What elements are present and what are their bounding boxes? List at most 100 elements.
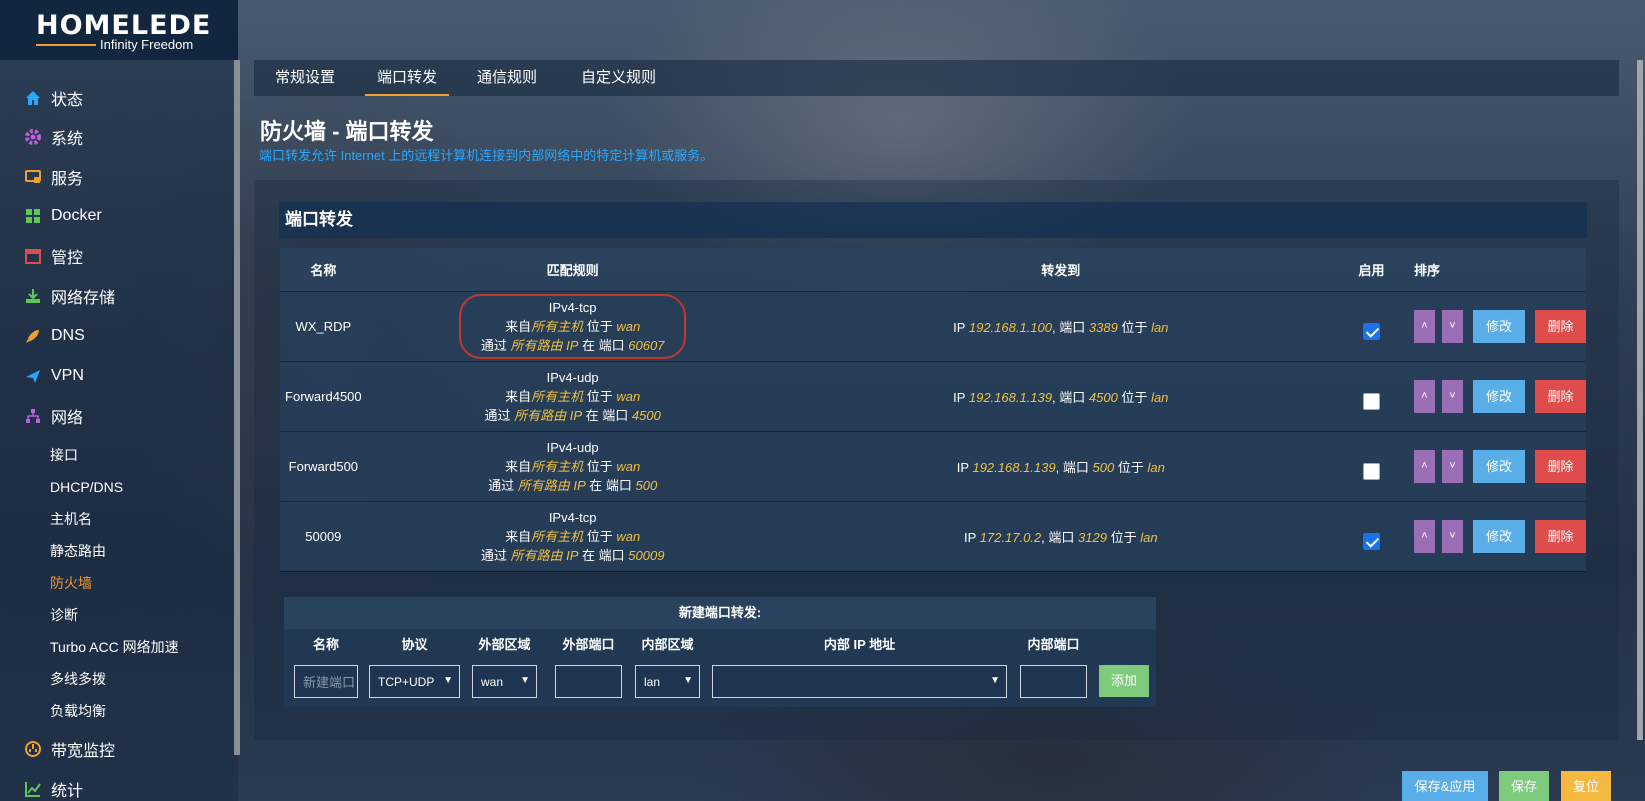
new-rule-header: 内部 IP 地址	[823, 637, 896, 652]
int-ip-select[interactable]: ▼	[712, 665, 1007, 698]
edit-button[interactable]: 修改	[1472, 309, 1525, 343]
sidebar-subitem[interactable]: 诊断	[50, 603, 78, 627]
sidebar-subitem[interactable]: 主机名	[50, 507, 92, 531]
ip-label: IP	[953, 389, 966, 405]
plane-icon	[24, 367, 42, 385]
sidebar-item-label: Docker	[51, 207, 102, 224]
via-value: 所有路由 IP	[514, 407, 583, 423]
tab-1[interactable]: 端口转发	[365, 60, 450, 96]
tab-0[interactable]: 常规设置	[263, 60, 347, 96]
logo-subtitle: Infinity Freedom	[100, 37, 194, 52]
add-button[interactable]: 添加	[1099, 665, 1149, 697]
logo: HOMELEDE Infinity Freedom	[0, 0, 238, 60]
sidebar-subitem[interactable]: 静态路由	[50, 539, 106, 563]
new-rule-title: 新建端口转发:	[284, 597, 1156, 629]
move-down-button[interactable]: ˅	[1441, 519, 1463, 553]
move-up-button[interactable]: ˄	[1413, 309, 1435, 343]
new-rule-header: 外部区域	[478, 637, 531, 652]
rule-name: Forward4500	[280, 361, 367, 432]
sidebar-item-0[interactable]: 状态	[24, 83, 83, 113]
match-line: 通过 所有路由 IP 在 端口 4500	[367, 406, 779, 425]
sidebar-item-label: DNS	[51, 327, 85, 344]
at-label: 位于	[586, 528, 613, 544]
main-scrollbar[interactable]	[1637, 60, 1643, 740]
delete-button[interactable]: 删除	[1534, 519, 1586, 553]
enable-checkbox[interactable]	[1362, 322, 1380, 340]
port-label: 端口	[1048, 529, 1075, 545]
sidebar-item-7[interactable]: VPN	[24, 361, 84, 391]
enable-checkbox[interactable]	[1362, 462, 1380, 480]
reset-button[interactable]: 复位	[1561, 771, 1611, 801]
sidebar-subitem[interactable]: DHCP/DNS	[50, 475, 123, 499]
sidebar-item-label: 管控	[51, 250, 84, 267]
move-up-button[interactable]: ˄	[1413, 449, 1435, 483]
enable-checkbox[interactable]	[1362, 392, 1380, 410]
move-up-button[interactable]: ˄	[1413, 519, 1435, 553]
sidebar-bottom-item-1[interactable]: 统计	[24, 774, 83, 801]
sidebar-item-4[interactable]: 管控	[24, 241, 83, 271]
move-down-button[interactable]: ˅	[1441, 379, 1463, 413]
table-row: Forward4500 IPv4-udp 来自所有主机 位于 wan 通过 所有路由 …	[280, 361, 1586, 432]
edit-button[interactable]: 修改	[1472, 379, 1525, 413]
sidebar-item-8[interactable]: 网络	[24, 401, 83, 431]
sidebar-item-6[interactable]: DNS	[24, 321, 85, 351]
tab-3[interactable]: 自定义规则	[569, 60, 668, 96]
move-down-button[interactable]: ˅	[1441, 309, 1463, 343]
new-name-input[interactable]: 新建端口	[294, 665, 358, 698]
sidebar-item-3[interactable]: Docker	[24, 201, 102, 231]
save-apply-button[interactable]: 保存&应用	[1402, 771, 1488, 801]
match-rule-cell: IPv4-udp 来自所有主机 位于 wan 通过 所有路由 IP 在 端口 450…	[366, 361, 779, 432]
sidebar-item-label: 服务	[51, 171, 84, 188]
gear-icon	[24, 128, 42, 146]
highlight-circle: IPv4-tcp 来自所有主机 位于 wan 通过 所有路由 IP 在 端口 606…	[458, 293, 687, 359]
edit-button[interactable]: 修改	[1472, 519, 1525, 553]
at-label: 位于	[1121, 389, 1148, 405]
int-port-input[interactable]	[1020, 665, 1087, 698]
int-zone-select[interactable]: lan ▼	[635, 665, 700, 698]
sidebar-subitem[interactable]: 接口	[50, 443, 78, 467]
port-label: 端口	[1062, 459, 1089, 475]
on-port-label: 在 端口	[589, 477, 632, 493]
delete-button[interactable]: 删除	[1534, 379, 1586, 413]
chevron-down-icon: ▼	[990, 675, 1000, 686]
sidebar-item-5[interactable]: 网络存储	[24, 281, 115, 311]
column-header: 名称	[280, 248, 367, 292]
tab-2[interactable]: 通信规则	[465, 60, 549, 96]
ext-port-input[interactable]	[555, 665, 622, 698]
comma: ,	[1055, 459, 1063, 475]
sidebar-item-2[interactable]: 服务	[24, 162, 83, 192]
ext-zone-select[interactable]: wan ▼	[472, 665, 537, 698]
move-down-button[interactable]: ˅	[1441, 449, 1463, 483]
match-line: 通过 所有路由 IP 在 端口 500	[367, 476, 779, 495]
enable-checkbox[interactable]	[1362, 532, 1380, 550]
match-line: 来自所有主机 位于 wan	[481, 317, 665, 336]
move-up-button[interactable]: ˄	[1413, 379, 1435, 413]
via-value: 所有路由 IP	[510, 547, 579, 563]
match-line: 通过 所有路由 IP 在 端口 50009	[367, 546, 779, 565]
from-label: 来自	[505, 458, 532, 474]
actions-cell: ˄ ˅ 修改 删除	[1399, 361, 1586, 432]
save-button[interactable]: 保存	[1499, 771, 1549, 801]
sidebar-subitem[interactable]: 多线多拨	[50, 667, 106, 691]
sidebar-item-1[interactable]: 系统	[24, 122, 83, 152]
protocol: IPv4-tcp	[548, 299, 597, 315]
protocol-select[interactable]: TCP+UDP ▼	[369, 665, 460, 698]
delete-button[interactable]: 删除	[1534, 309, 1586, 343]
at-label: 位于	[1121, 319, 1148, 335]
dest-ip: 192.168.1.139	[968, 389, 1052, 405]
sidebar-subitem[interactable]: Turbo ACC 网络加速	[50, 635, 179, 659]
dest-ip: 192.168.1.139	[972, 459, 1056, 475]
rule-name: WX_RDP	[280, 291, 367, 362]
sidebar-bottom-item-0[interactable]: 带宽监控	[24, 734, 115, 764]
enabled-cell	[1343, 361, 1400, 432]
table-header-row: 名称 匹配规则 转发到 启用 排序	[280, 248, 1586, 292]
delete-button[interactable]: 删除	[1534, 449, 1586, 483]
forward-to-cell: IP 172.17.0.2, 端口 3129 位于 lan	[778, 501, 1343, 572]
rocket-icon	[24, 327, 42, 345]
edit-button[interactable]: 修改	[1472, 449, 1525, 483]
sidebar-subitem[interactable]: 防火墙	[50, 571, 92, 595]
sidebar-subitem[interactable]: 负载均衡	[50, 699, 106, 723]
sidebar-item-label: 状态	[51, 92, 84, 109]
page-title: 防火墙 - 端口转发	[260, 119, 434, 144]
sidebar-scrollbar[interactable]	[234, 60, 240, 755]
